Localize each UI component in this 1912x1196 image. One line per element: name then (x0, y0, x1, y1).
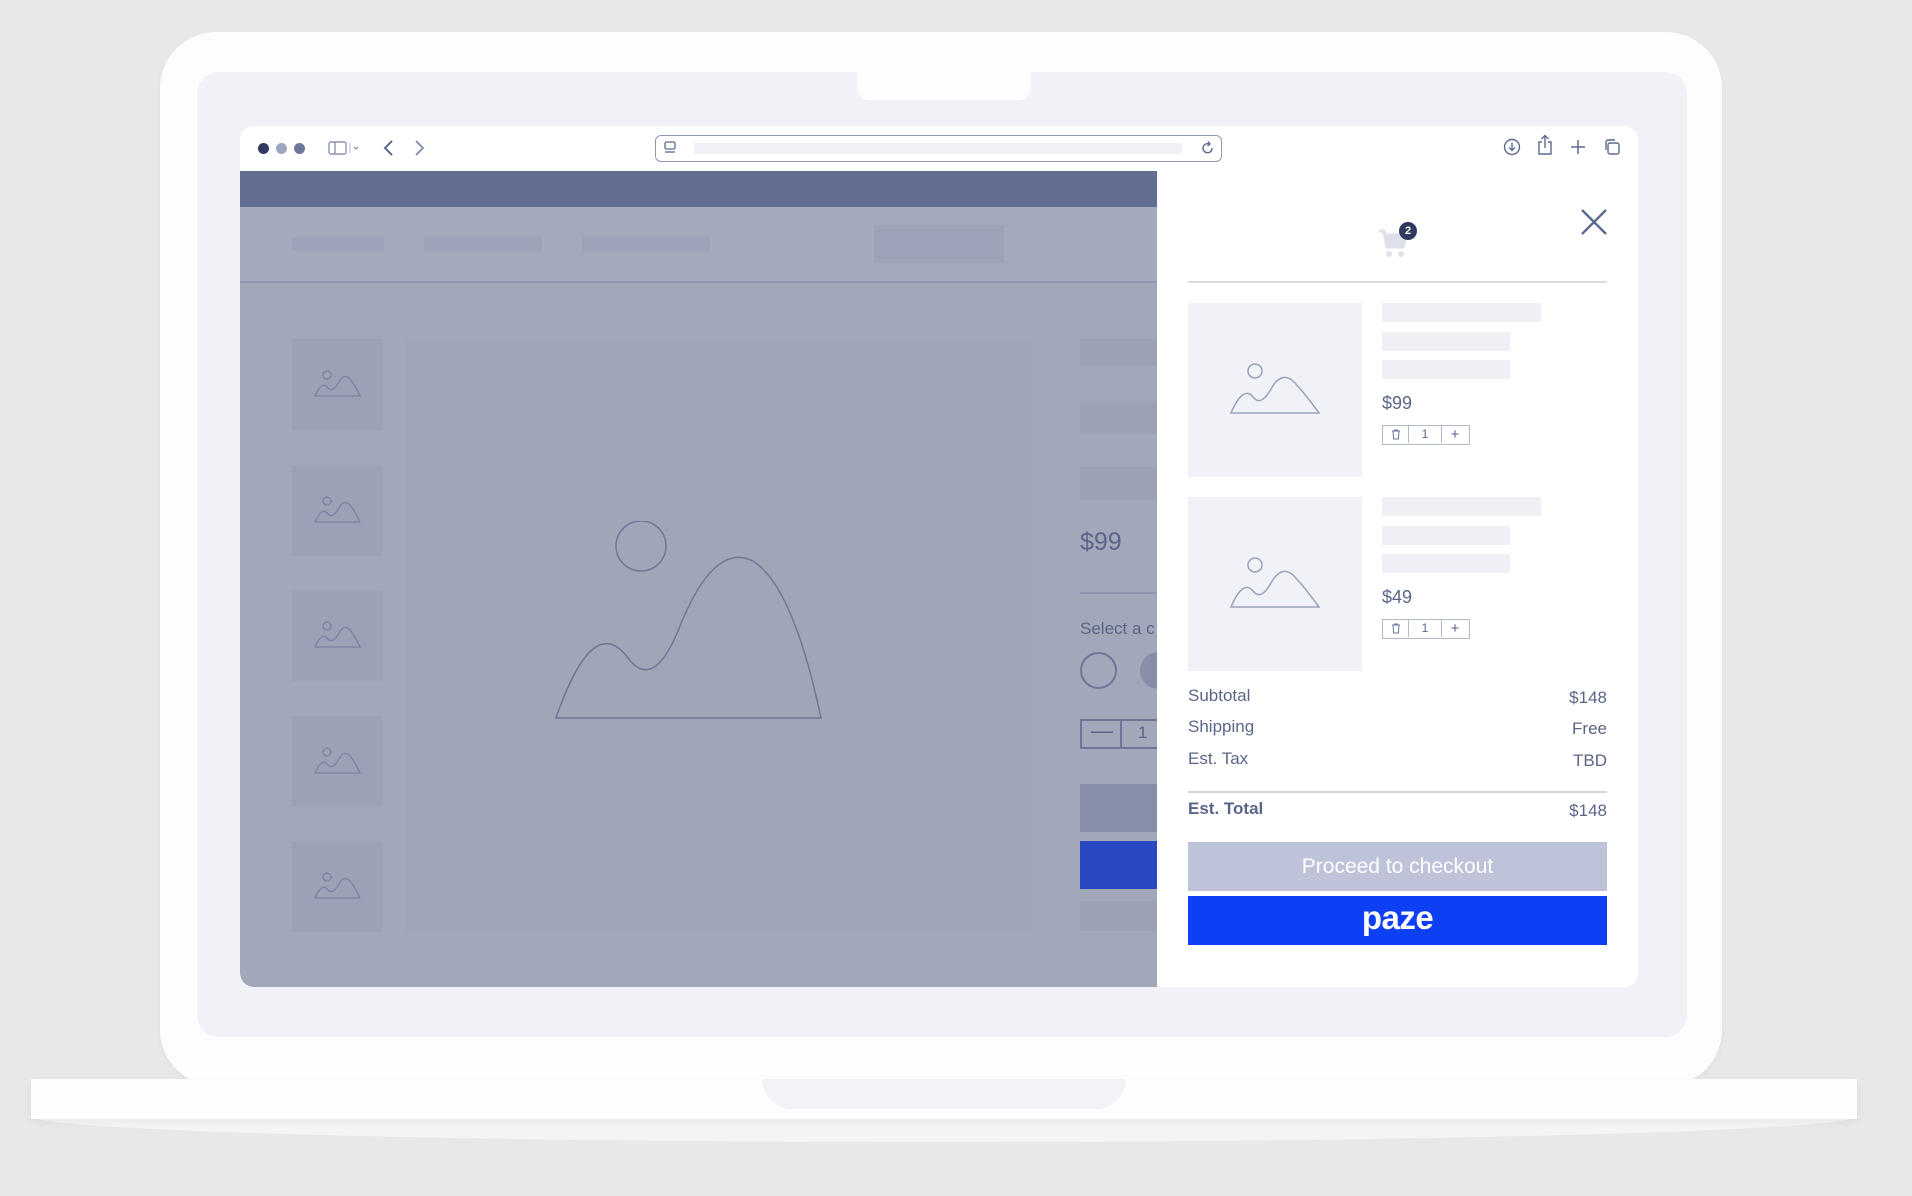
quantity-value: 1 (1421, 427, 1429, 441)
product-thumbnail (292, 590, 383, 681)
plus-icon[interactable]: + (1441, 426, 1468, 443)
page-nav-bar (240, 207, 1157, 283)
laptop-base-lip (31, 1116, 1857, 1142)
product-price: $99 (1080, 528, 1122, 556)
image-icon (314, 621, 362, 648)
new-tab-icon[interactable] (1569, 137, 1587, 163)
cart-item: $99 1 + (1188, 303, 1607, 477)
shipping-row: Shipping Free (1188, 717, 1607, 739)
subtotal-label: Subtotal (1188, 686, 1251, 705)
window-close-dot[interactable] (258, 143, 269, 154)
item-price: $49 (1382, 587, 1413, 607)
image-icon (314, 370, 362, 397)
item-text-placeholder (1382, 554, 1510, 573)
tax-value: TBD (1573, 751, 1607, 770)
back-icon[interactable] (382, 138, 396, 164)
proceed-to-checkout-button[interactable]: Proceed to checkout (1188, 842, 1607, 891)
address-text-placeholder (694, 143, 1182, 154)
nav-link-placeholder (424, 237, 542, 251)
sidebar-toggle-icon[interactable] (328, 138, 360, 164)
total-row: Est. Total $148 (1188, 799, 1607, 821)
item-text-placeholder (1382, 332, 1510, 351)
divider (1188, 791, 1607, 793)
minus-icon[interactable]: — (1091, 718, 1113, 744)
select-color-label: Select a c (1080, 619, 1155, 638)
window-minimize-dot[interactable] (276, 143, 287, 154)
page-icon (663, 140, 677, 161)
item-title-placeholder (1382, 303, 1541, 322)
text-placeholder (1080, 401, 1157, 434)
nav-link-placeholder (292, 237, 384, 251)
product-thumbnail (292, 339, 383, 430)
plus-icon[interactable]: + (1441, 620, 1468, 637)
cart-drawer: 2 $99 1 + $49 1 + Subtotal $148 Shipping… (1157, 171, 1638, 987)
tax-row: Est. Tax TBD (1188, 749, 1607, 771)
text-placeholder (1080, 901, 1157, 931)
total-label: Est. Total (1188, 799, 1264, 818)
item-title-placeholder (1382, 497, 1541, 516)
text-placeholder (1080, 467, 1157, 500)
quantity-value: 1 (1138, 723, 1148, 742)
nav-link-placeholder (582, 237, 710, 251)
product-title-placeholder (1080, 339, 1157, 366)
subtotal-row: Subtotal $148 (1188, 686, 1607, 708)
color-swatch[interactable] (1080, 652, 1117, 689)
color-swatch[interactable] (1140, 652, 1157, 689)
address-bar[interactable] (655, 135, 1222, 162)
cart-item: $49 1 + (1188, 497, 1607, 671)
product-thumbnail (292, 841, 383, 932)
product-main-image (405, 339, 1032, 932)
trash-icon[interactable] (1383, 426, 1409, 443)
image-icon (314, 747, 362, 774)
quantity-stepper: 1 + (1382, 425, 1470, 445)
browser-toolbar (240, 126, 1638, 171)
item-image (1188, 303, 1362, 477)
reload-icon[interactable] (1201, 140, 1215, 161)
image-icon (1229, 363, 1321, 414)
share-icon[interactable] (1536, 134, 1554, 162)
quantity-value: 1 (1421, 621, 1429, 635)
item-text-placeholder (1382, 526, 1510, 545)
logo-placeholder (874, 225, 1004, 263)
image-icon (1229, 557, 1321, 608)
total-value: $148 (1569, 801, 1607, 820)
cart-count-badge: 2 (1399, 222, 1417, 240)
forward-icon[interactable] (412, 138, 426, 164)
trash-icon[interactable] (1383, 620, 1409, 637)
quantity-stepper: 1 + (1382, 619, 1470, 639)
subtotal-value: $148 (1569, 688, 1607, 707)
item-image (1188, 497, 1362, 671)
divider (1188, 281, 1607, 283)
page-top-bar (240, 171, 1157, 207)
browser-window: $99 Select a c — 1 2 $99 1 + $49 1 + Sub… (240, 126, 1638, 987)
tax-label: Est. Tax (1188, 749, 1249, 768)
product-page-overlay: $99 Select a c — 1 (240, 171, 1157, 987)
item-price: $99 (1382, 393, 1413, 413)
item-text-placeholder (1382, 360, 1510, 379)
product-thumbnail (292, 716, 383, 807)
image-icon (554, 521, 822, 719)
product-thumbnail (292, 465, 383, 556)
tab-overview-icon[interactable] (1602, 137, 1622, 163)
download-icon[interactable] (1502, 137, 1522, 163)
laptop-opening-notch (762, 1079, 1126, 1109)
paze-checkout-button[interactable]: paze (1188, 896, 1607, 945)
buy-now-button[interactable] (1080, 841, 1157, 889)
camera-notch (857, 72, 1031, 100)
close-icon[interactable] (1577, 205, 1611, 239)
divider (1120, 721, 1122, 747)
shipping-value: Free (1572, 719, 1607, 738)
window-zoom-dot[interactable] (294, 143, 305, 154)
image-icon (314, 496, 362, 523)
divider (1080, 592, 1157, 594)
shipping-label: Shipping (1188, 717, 1255, 736)
image-icon (314, 872, 362, 899)
add-to-cart-button[interactable] (1080, 784, 1157, 832)
quantity-stepper[interactable]: — 1 (1080, 718, 1157, 749)
